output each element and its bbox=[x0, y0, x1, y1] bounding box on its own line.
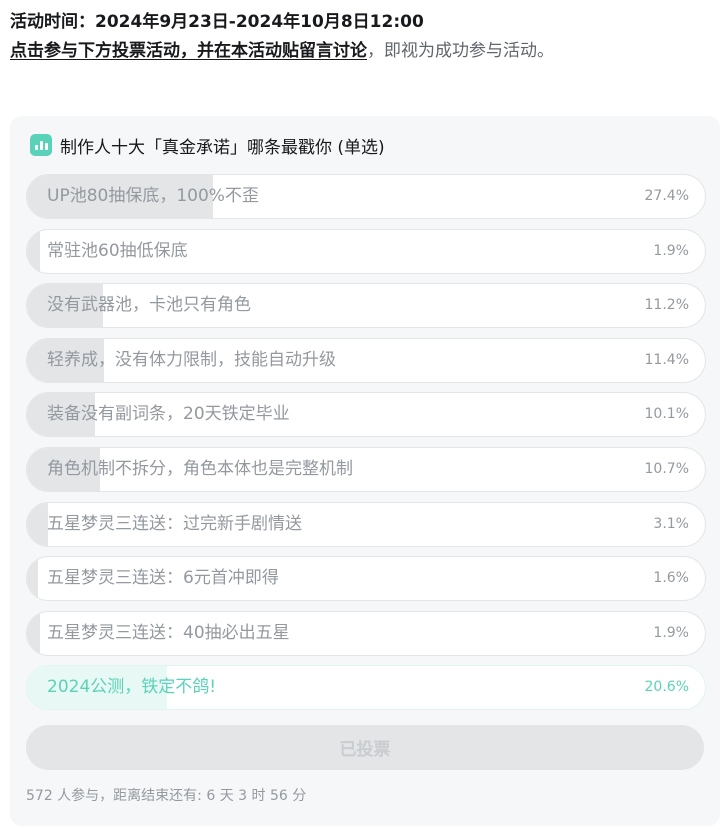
vote-option-percent: 10.1% bbox=[644, 406, 689, 423]
instruction-emphasis: 点击参与下方投票活动，并在本活动贴留言讨论 bbox=[10, 41, 367, 61]
vote-option-percent: 10.7% bbox=[644, 460, 689, 477]
vote-option-percent: 1.6% bbox=[653, 570, 689, 587]
vote-option-label: 常驻池60抽低保底 bbox=[47, 240, 188, 261]
vote-option[interactable]: 没有武器池，卡池只有角色 11.2% bbox=[26, 283, 706, 329]
vote-option[interactable]: 2024公测，铁定不鸽! 20.6% bbox=[26, 665, 706, 711]
vote-option-progress bbox=[27, 611, 40, 655]
vote-option-label: 五星梦灵三连送：6元首冲即得 bbox=[47, 568, 279, 589]
vote-option[interactable]: 常驻池60抽低保底 1.9% bbox=[26, 228, 706, 274]
vote-option-percent: 1.9% bbox=[653, 624, 689, 641]
activity-instruction: 点击参与下方投票活动，并在本活动贴留言讨论，即视为成功参与活动。 bbox=[10, 36, 720, 66]
vote-option[interactable]: 五星梦灵三连送：过完新手剧情送 3.1% bbox=[26, 501, 706, 547]
vote-option-label: UP池80抽保底，100%不歪 bbox=[47, 186, 259, 206]
voted-button[interactable]: 已投票 bbox=[26, 725, 704, 770]
vote-option-percent: 3.1% bbox=[653, 515, 689, 532]
vote-option-label: 五星梦灵三连送：过完新手剧情送 bbox=[47, 513, 302, 534]
vote-option-percent: 1.9% bbox=[653, 242, 689, 259]
vote-option[interactable]: 装备没有副词条，20天铁定毕业 10.1% bbox=[26, 392, 706, 438]
activity-header: 活动时间：2024年9月23日-2024年10月8日12:00 点击参与下方投票… bbox=[10, 8, 720, 66]
vote-option[interactable]: 五星梦灵三连送：40抽必出五星 1.9% bbox=[26, 610, 706, 656]
vote-option-label: 轻养成，没有体力限制，技能自动升级 bbox=[47, 349, 336, 370]
instruction-tail: ，即视为成功参与活动。 bbox=[367, 41, 554, 61]
vote-option-label: 角色机制不拆分，角色本体也是完整机制 bbox=[47, 458, 353, 479]
vote-option-percent: 27.4% bbox=[644, 188, 689, 204]
vote-option-progress bbox=[27, 502, 49, 546]
vote-card: 制作人十大「真金承诺」哪条最戳你 (单选) UP池80抽保底，100%不歪 27.… bbox=[10, 116, 720, 826]
vote-option-label: 五星梦灵三连送：40抽必出五星 bbox=[47, 622, 290, 643]
vote-title-row: 制作人十大「真金承诺」哪条最戳你 (单选) bbox=[30, 132, 385, 158]
vote-option-label: 2024公测，铁定不鸽! bbox=[47, 677, 217, 698]
vote-option-progress bbox=[27, 557, 38, 601]
vote-footer: 572 人参与，距离结束还有: 6 天 3 时 56 分 bbox=[26, 788, 307, 804]
activity-time: 活动时间：2024年9月23日-2024年10月8日12:00 bbox=[10, 12, 424, 32]
bar-chart-icon bbox=[30, 134, 52, 156]
vote-option[interactable]: 轻养成，没有体力限制，技能自动升级 11.4% bbox=[26, 337, 706, 383]
vote-options: UP池80抽保底，100%不歪 27.4% 常驻池60抽低保底 1.9% 没有武器池，卡… bbox=[26, 174, 706, 720]
vote-option-label: 没有武器池，卡池只有角色 bbox=[47, 295, 251, 316]
vote-option-percent: 11.2% bbox=[644, 297, 689, 314]
vote-title: 制作人十大「真金承诺」哪条最戳你 (单选) bbox=[60, 137, 385, 158]
vote-option-progress bbox=[27, 229, 40, 273]
vote-option-percent: 11.4% bbox=[644, 351, 689, 368]
vote-option[interactable]: UP池80抽保底，100%不歪 27.4% bbox=[26, 174, 706, 219]
vote-option[interactable]: 五星梦灵三连送：6元首冲即得 1.6% bbox=[26, 556, 706, 602]
vote-option-percent: 20.6% bbox=[644, 679, 689, 696]
vote-option[interactable]: 角色机制不拆分，角色本体也是完整机制 10.7% bbox=[26, 446, 706, 492]
vote-option-label: 装备没有副词条，20天铁定毕业 bbox=[47, 404, 290, 425]
